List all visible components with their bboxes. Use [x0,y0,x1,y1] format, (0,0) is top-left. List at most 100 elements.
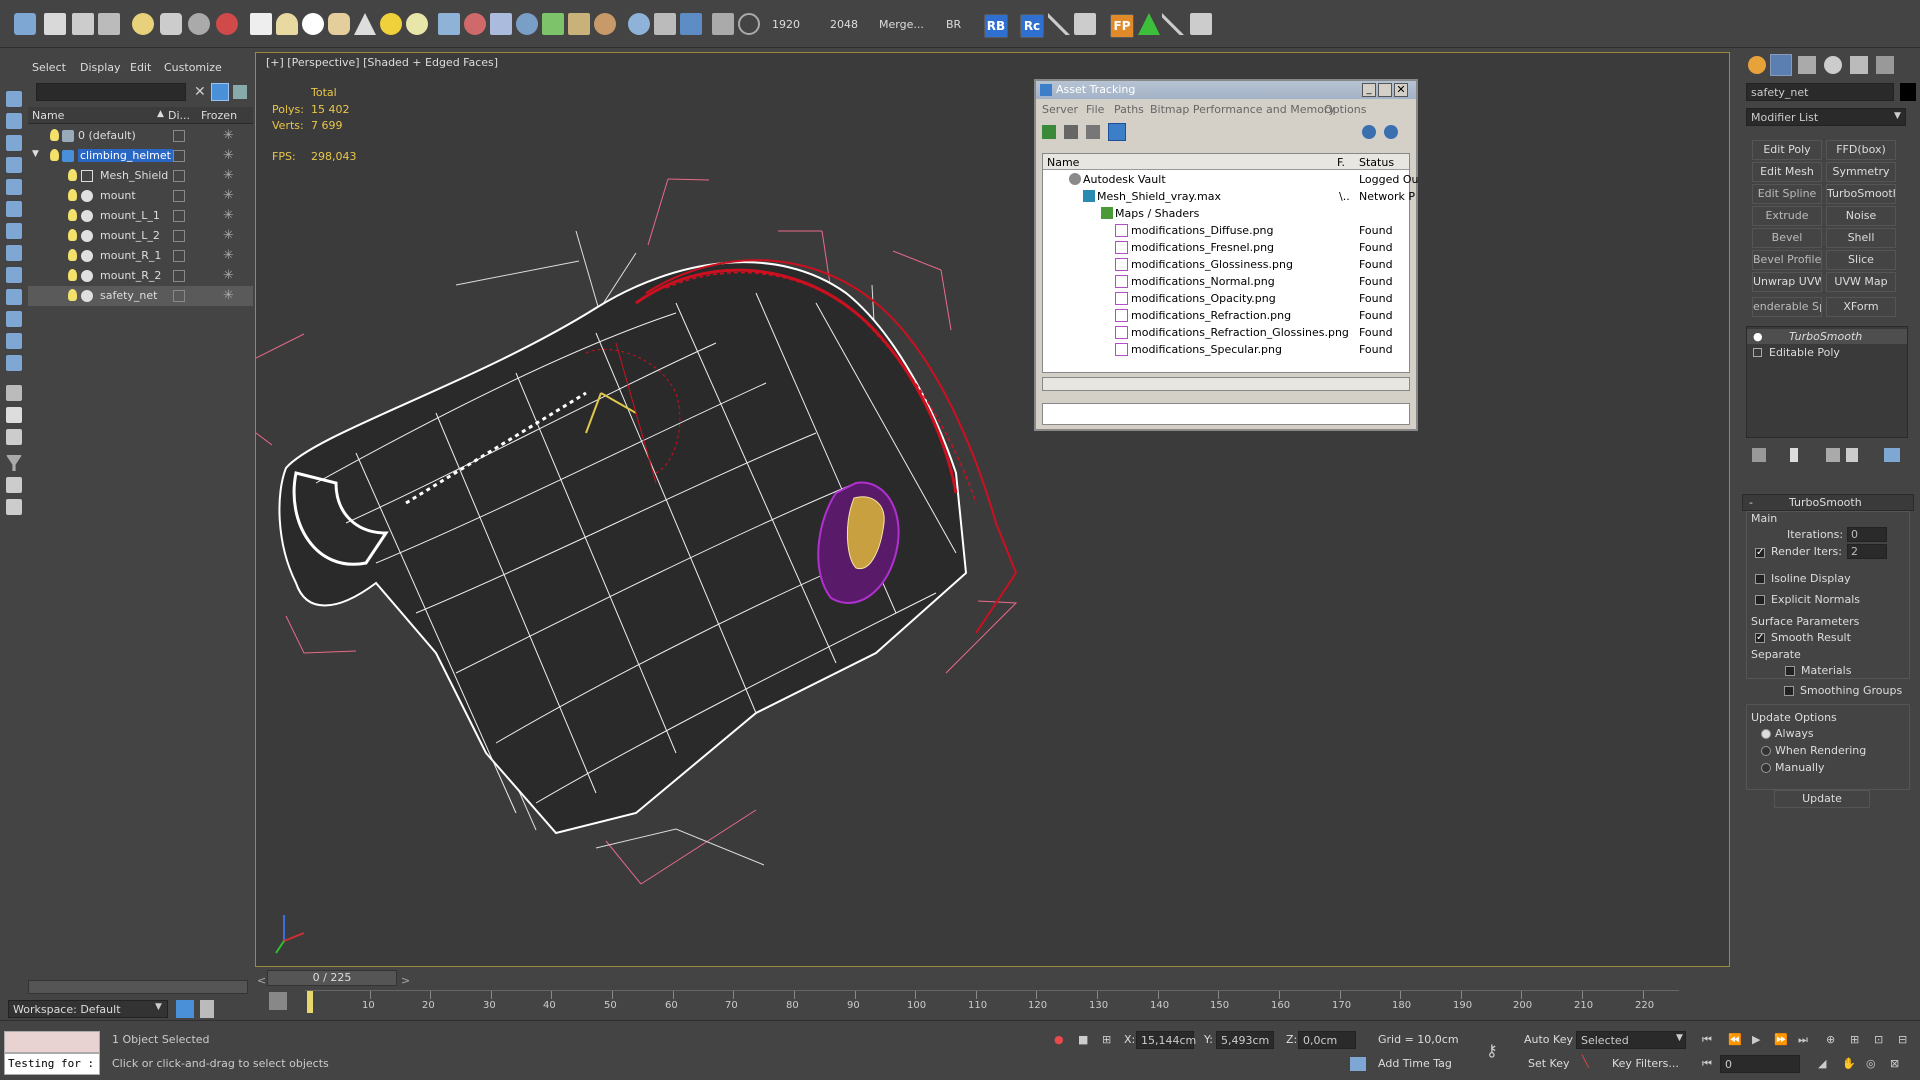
light-bulb-icon[interactable] [50,149,59,161]
display-particles-icon[interactable] [6,333,22,349]
horizontal-scrollbar[interactable] [28,980,248,994]
display-toggle-icon[interactable] [173,130,185,142]
light-sphere-icon[interactable] [406,13,428,35]
manually-radio[interactable] [1761,763,1771,773]
light-bulb-icon[interactable] [68,289,77,301]
cone-icon[interactable] [354,13,376,35]
new-layer-icon[interactable] [6,407,22,423]
lightbulb-icon[interactable]: ● [1753,330,1763,343]
bowl-icon[interactable] [328,13,350,35]
column-frozen[interactable]: Frozen [201,109,237,122]
table-row[interactable]: Autodesk Vault Logged Ou [1043,171,1419,188]
table-view-icon[interactable] [1108,123,1126,141]
smooth-result-checkbox[interactable]: ✓ [1755,633,1765,643]
filter-toggle-icon[interactable] [211,83,229,101]
xform-button[interactable]: XForm [1826,297,1896,317]
smoothing-groups-checkbox[interactable] [1784,686,1794,696]
list-item[interactable]: mount_R_2 ✳ [28,266,253,286]
asset-horizontal-scrollbar[interactable] [1042,377,1410,391]
maximize-button[interactable] [1378,83,1392,97]
render-setup-icon[interactable] [44,13,66,35]
expand-arrow-icon[interactable]: ▼ [32,149,39,159]
plane-icon[interactable] [250,13,272,35]
list-item[interactable]: ▼ climbing_helmet ✳ [28,146,253,166]
hierarchy-tab-icon[interactable] [1798,56,1816,74]
teapot-icon[interactable] [132,13,154,35]
edit-mesh-button[interactable]: Edit Mesh [1752,162,1822,182]
display-toggle-icon[interactable] [173,170,185,182]
scene-search-input[interactable] [36,83,186,101]
display-toggle-icon[interactable] [173,230,185,242]
clear-search-icon[interactable]: ✕ [194,84,206,100]
filter-icon[interactable] [6,455,22,471]
z-coordinate-input[interactable]: 0,0cm [1298,1031,1356,1049]
hierarchy-explorer-icon[interactable] [200,1000,214,1018]
go-to-end-icon[interactable]: ⏭ [1798,1033,1808,1047]
zoom-icon[interactable]: ⊕ [1826,1033,1835,1046]
create-tab-icon[interactable] [1748,56,1766,74]
display-bones-icon[interactable] [6,311,22,327]
list-icon[interactable] [1064,125,1078,139]
shell-button[interactable]: Shell [1826,228,1896,248]
display-toggle-icon[interactable] [173,270,185,282]
display-containers-icon[interactable] [6,355,22,371]
zoom-extents-icon[interactable]: ⊡ [1874,1033,1883,1046]
curve-editor-icon[interactable] [269,992,287,1010]
add-time-tag[interactable]: Add Time Tag [1378,1057,1452,1070]
freeze-toggle-icon[interactable]: ✳ [223,268,234,283]
freeze-toggle-icon[interactable]: ✳ [223,208,234,223]
column-flag[interactable]: F. [1337,156,1345,169]
extrude-button[interactable]: Extrude [1752,206,1822,226]
table-row[interactable]: modifications_Opacity.png Found [1043,290,1409,307]
freeze-toggle-icon[interactable]: ✳ [223,148,234,163]
spreadsheet-icon[interactable] [1190,13,1212,35]
time-tag-icon[interactable] [1350,1057,1366,1071]
particles-icon[interactable] [438,13,460,35]
menu-server[interactable]: Server [1042,103,1078,116]
rendered-frame-icon[interactable] [72,13,94,35]
sphere-icon[interactable] [302,13,324,35]
column-name[interactable]: Name [1047,156,1079,169]
time-cursor[interactable] [307,991,313,1013]
explicit-normals-checkbox[interactable] [1755,595,1765,605]
uvw-map-button[interactable]: UVW Map [1826,272,1896,292]
modifier-list-select[interactable]: Modifier List [1746,108,1906,126]
isolate-selection-icon[interactable]: ● [1054,1033,1064,1046]
tool-icon[interactable] [160,13,182,35]
bevel-profile-button[interactable]: Bevel Profile [1752,250,1822,270]
menu-select[interactable]: Select [32,61,66,74]
zoom-all-icon[interactable]: ⊞ [1850,1033,1859,1046]
asset-tracking-window[interactable]: Asset Tracking _ ✕ Server File Paths Bit… [1034,79,1419,431]
menu-edit[interactable]: Edit [130,61,151,74]
scatter-icon[interactable] [1162,13,1184,35]
time-slider[interactable]: 0 / 225 [267,970,397,986]
perspective-viewport[interactable]: [+] [Perspective] [Shaded + Edged Faces]… [255,52,1730,967]
auto-key-button[interactable]: Auto Key [1524,1033,1573,1046]
grass-icon[interactable] [542,13,564,35]
ffd-box-button[interactable]: FFD(box) [1826,140,1896,160]
display-shapes-icon[interactable] [6,157,22,173]
sun-icon[interactable] [380,13,402,35]
light-bulb-icon[interactable] [68,249,77,261]
next-frame-arrow-icon[interactable]: > [401,974,410,987]
stack-item-editable-poly[interactable]: Editable Poly [1747,345,1907,360]
select-tool-icon[interactable] [6,91,22,107]
field-of-view-icon[interactable]: ◢ [1818,1057,1826,1070]
table-row[interactable]: modifications_Glossiness.png Found [1043,256,1409,273]
selection-set-dropdown[interactable]: Selected [1576,1031,1686,1049]
selection-lock-icon[interactable]: ■ [1078,1033,1088,1046]
capsule-icon[interactable] [464,13,486,35]
expand-box-icon[interactable] [1753,348,1762,357]
make-unique-icon[interactable] [1826,448,1840,462]
display-objects-icon[interactable] [6,113,22,129]
menu-customize[interactable]: Customize [164,61,222,74]
menu-options[interactable]: Options [1324,103,1366,116]
display-warps-icon[interactable] [6,245,22,261]
update-button[interactable]: Update [1774,790,1870,808]
renderable-spline-button[interactable]: enderable Splin [1752,297,1822,317]
render-height[interactable]: 2048 [830,18,858,31]
material-icon[interactable] [216,13,238,35]
freeze-toggle-icon[interactable]: ✳ [223,168,234,183]
display-geometry-icon[interactable] [6,135,22,151]
freeze-toggle-icon[interactable]: ✳ [223,188,234,203]
